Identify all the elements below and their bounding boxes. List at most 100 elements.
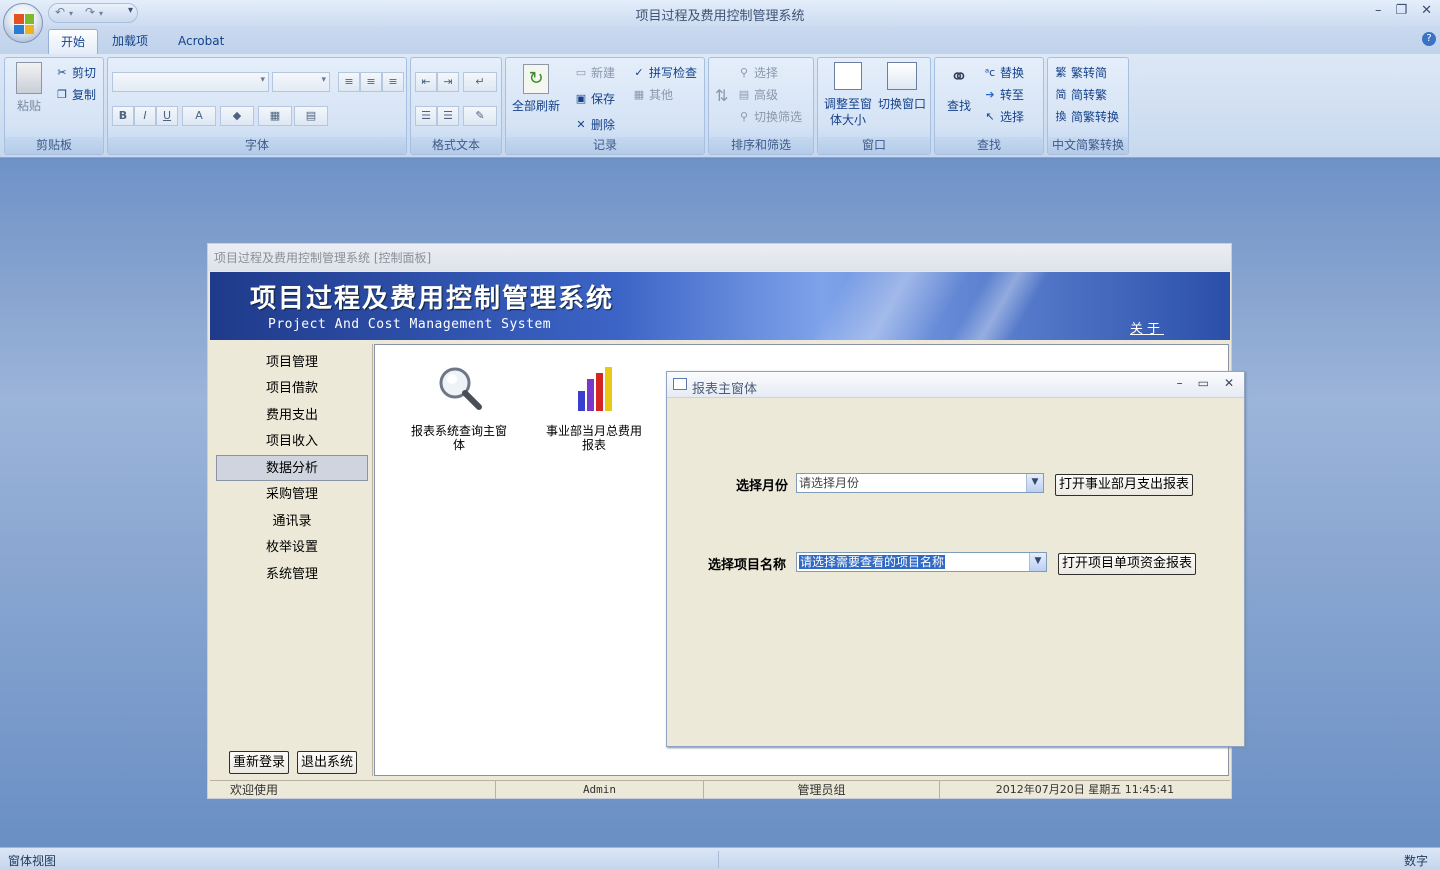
form-title: 项目过程及费用控制管理系统 [控制面板] xyxy=(208,244,1231,271)
nav-item-project-income[interactable]: 项目收入 xyxy=(216,429,368,455)
underline-button[interactable]: U xyxy=(156,106,178,126)
cut-button[interactable]: ✂ 剪切 xyxy=(55,64,96,81)
minimize-icon[interactable]: – xyxy=(1375,3,1382,18)
restore-icon[interactable]: ❐ xyxy=(1395,3,1407,18)
group-font: ≡ ≡ ≡ B I U A ◆ ▦ ▤ ↘ 字体 xyxy=(107,57,407,155)
goto-label: 转至 xyxy=(1000,88,1025,102)
copy-button[interactable]: ❐ 复制 xyxy=(55,86,96,103)
bullets-icon[interactable]: ☰ xyxy=(437,106,459,126)
magnifier-icon[interactable] xyxy=(435,363,487,415)
replace-icon: ᵃc xyxy=(984,65,996,79)
selection-label: 选择 xyxy=(754,66,779,80)
fill-color-icon[interactable]: ◆ xyxy=(220,106,254,126)
more-button[interactable]: ▦ 其他 xyxy=(632,86,673,103)
nav-item-enum-settings[interactable]: 枚举设置 xyxy=(216,535,368,561)
office-button[interactable] xyxy=(3,3,43,43)
highlight-icon[interactable]: ✎ xyxy=(463,106,497,126)
align-right-icon[interactable]: ≡ xyxy=(382,72,404,92)
goto-button[interactable]: ➔ 转至 xyxy=(983,86,1024,103)
numbering-icon[interactable]: ☰ xyxy=(415,106,437,126)
save-button[interactable]: ▣ 保存 xyxy=(574,90,615,107)
report-main-window: 报表主窗体 – ▭ ✕ 选择月份 请选择月份 ▼ 打开事业部月支出报表 选择项目… xyxy=(666,371,1245,747)
decrease-indent-icon[interactable]: ⇤ xyxy=(415,72,437,92)
alternate-fill-icon[interactable]: ▤ xyxy=(294,106,328,126)
chevron-down-icon[interactable]: ▼ xyxy=(1026,474,1043,492)
nav-item-purchasing[interactable]: 采购管理 xyxy=(216,482,368,508)
nav-item-project-loans[interactable]: 项目借款 xyxy=(216,376,368,402)
chevron-down-icon[interactable]: ▼ xyxy=(1029,553,1046,571)
nav-item-system-management[interactable]: 系统管理 xyxy=(216,562,368,588)
paste-button[interactable]: 粘贴 xyxy=(9,62,49,114)
more-icon: ▦ xyxy=(633,87,645,101)
replace-button[interactable]: ᵃc 替换 xyxy=(983,64,1024,81)
align-center-icon[interactable]: ≡ xyxy=(360,72,382,92)
office-logo-icon xyxy=(14,14,34,34)
switch-windows-button[interactable]: 切换窗口 xyxy=(874,62,930,112)
bar-chart-icon[interactable] xyxy=(575,365,615,413)
group-label: 窗口 xyxy=(818,137,930,154)
font-size-combo[interactable] xyxy=(272,72,330,92)
banner: 项目过程及费用控制管理系统 Project And Cost Managemen… xyxy=(210,272,1230,340)
toggle-filter-label: 切换筛选 xyxy=(754,110,803,124)
delete-button[interactable]: ✕ 删除 xyxy=(574,116,615,133)
ribbon: 粘贴 ✂剪切 ❐复制 剪贴板 ≡ ≡ ≡ B I U A ◆ ▦ ▤ ↘ 字体 … xyxy=(0,54,1440,158)
popup-title: 报表主窗体 xyxy=(692,382,758,397)
tab-home[interactable]: 开始 xyxy=(48,29,99,54)
minimize-icon[interactable]: – xyxy=(1177,376,1183,390)
toggle-filter-icon: ⚲ xyxy=(739,109,749,123)
month-select-value: 请选择月份 xyxy=(799,476,860,490)
paste-label: 粘贴 xyxy=(16,99,41,113)
maximize-icon[interactable]: ▭ xyxy=(1198,376,1209,390)
advanced-filter-button[interactable]: ▤ 高级 xyxy=(737,86,778,103)
popup-titlebar[interactable]: 报表主窗体 – ▭ ✕ xyxy=(667,372,1244,398)
group-label: 中文简繁转换 xyxy=(1048,137,1128,154)
open-project-fund-report-button[interactable]: 打开项目单项资金报表 xyxy=(1058,553,1197,575)
month-label: 选择月份 xyxy=(736,479,789,494)
month-select[interactable]: 请选择月份 ▼ xyxy=(796,473,1044,493)
open-monthly-expense-report-button[interactable]: 打开事业部月支出报表 xyxy=(1055,474,1194,496)
nav-item-contacts[interactable]: 通讯录 xyxy=(216,509,368,535)
tab-acrobat[interactable]: Acrobat xyxy=(166,29,236,54)
align-left-icon[interactable]: ≡ xyxy=(338,72,360,92)
find-button[interactable]: ⚭ 查找 xyxy=(937,64,981,114)
project-select[interactable]: 请选择需要查看的项目名称 ▼ xyxy=(796,552,1047,572)
refresh-all-label: 全部刷新 xyxy=(511,99,560,113)
select-button[interactable]: ↖ 选择 xyxy=(983,108,1024,125)
toggle-filter-button[interactable]: ⚲ 切换筛选 xyxy=(737,108,802,125)
refresh-all-button[interactable]: ↻ 全部刷新 xyxy=(508,64,564,114)
app-status-bar: 窗体视图 数字 xyxy=(0,847,1440,870)
close-icon[interactable]: ✕ xyxy=(1421,3,1432,18)
exit-system-button[interactable]: 退出系统 xyxy=(297,751,358,774)
about-link[interactable]: 关于 xyxy=(1130,318,1164,337)
nav-item-project-management[interactable]: 项目管理 xyxy=(216,350,368,376)
increase-indent-icon[interactable]: ⇥ xyxy=(437,72,459,92)
s2t-button[interactable]: 简简转繁 xyxy=(1054,86,1108,103)
text-direction-icon[interactable]: ↵ xyxy=(463,72,497,92)
bold-button[interactable]: B xyxy=(112,106,134,126)
sort-az-icon[interactable]: ⇅ xyxy=(715,86,728,105)
selection-filter-button[interactable]: ⚲ 选择 xyxy=(737,64,778,81)
save-label: 保存 xyxy=(591,92,616,106)
gridlines-icon[interactable]: ▦ xyxy=(258,106,292,126)
binoculars-icon: ⚭ xyxy=(949,65,969,90)
simplified-to-traditional-icon: 简 xyxy=(1055,87,1067,101)
report-query-label[interactable]: 报表系统查询主窗体 xyxy=(409,424,509,452)
close-icon[interactable]: ✕ xyxy=(1224,376,1234,390)
t2s-button[interactable]: 繁繁转简 xyxy=(1054,64,1108,81)
relogin-button[interactable]: 重新登录 xyxy=(229,751,290,774)
new-record-button[interactable]: ▭ 新建 xyxy=(574,64,615,81)
nav-item-data-analysis[interactable]: 数据分析 xyxy=(216,455,368,481)
help-icon[interactable]: ? xyxy=(1422,32,1436,46)
spelling-button[interactable]: ✓ 拼写检查 xyxy=(632,64,697,81)
monthly-expense-report-label[interactable]: 事业部当月总费用报表 xyxy=(544,424,644,452)
refresh-icon: ↻ xyxy=(523,64,549,94)
tab-addins[interactable]: 加载项 xyxy=(100,29,160,54)
size-to-fit-button[interactable]: 调整至窗体大小 xyxy=(820,62,876,128)
traditional-to-simplified-icon: 繁 xyxy=(1055,65,1067,79)
nav-item-expenses[interactable]: 费用支出 xyxy=(216,403,368,429)
font-color-button[interactable]: A xyxy=(182,106,216,126)
font-name-combo[interactable] xyxy=(112,72,269,92)
italic-button[interactable]: I xyxy=(134,106,156,126)
banner-title: 项目过程及费用控制管理系统 xyxy=(250,284,615,314)
convert-button[interactable]: 換简繁转换 xyxy=(1054,108,1120,125)
